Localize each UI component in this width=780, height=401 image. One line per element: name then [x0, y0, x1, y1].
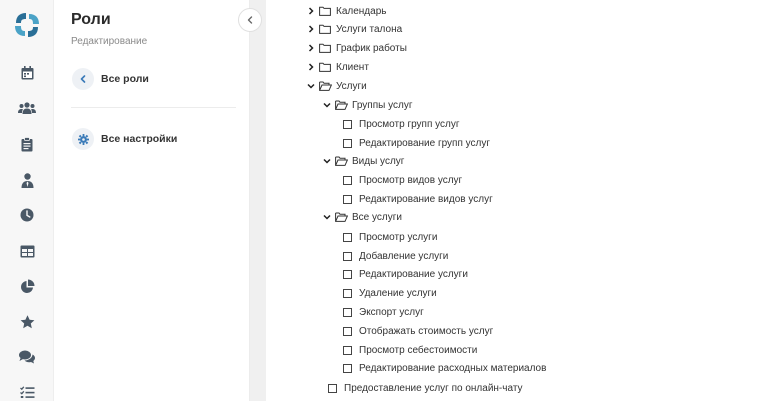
chevron-down-icon[interactable]: [322, 212, 332, 222]
permission-label: Добавление услуги: [359, 250, 449, 262]
permission-checkbox[interactable]: [343, 194, 352, 204]
chevron-down-icon[interactable]: [322, 156, 332, 166]
all-roles-label: Все роли: [101, 73, 149, 85]
star-icon[interactable]: [18, 313, 36, 331]
permission-edit-service[interactable]: Редактирование услуги: [343, 266, 468, 282]
permission-checkbox[interactable]: [343, 119, 352, 129]
permission-show-service-cost[interactable]: Отображать стоимость услуг: [343, 323, 493, 339]
chevron-down-icon[interactable]: [306, 81, 316, 91]
tree-node-label: Услуги талона: [336, 23, 403, 35]
folder-icon: [319, 43, 332, 53]
folder-icon: [319, 24, 332, 34]
permission-edit-service-groups[interactable]: Редактирование групп услуг: [343, 135, 490, 151]
permission-label: Редактирование услуги: [359, 268, 468, 280]
permissions-tree: Календарь Услуги талона График работы Кл…: [266, 0, 780, 401]
pie-chart-icon[interactable]: [18, 277, 36, 295]
tree-node-client[interactable]: Клиент: [306, 59, 369, 75]
tree-node-work-schedule[interactable]: График работы: [306, 40, 407, 56]
permission-checkbox[interactable]: [343, 138, 352, 148]
gear-icon: [72, 128, 94, 150]
table-icon[interactable]: [18, 242, 36, 260]
permission-edit-consumables[interactable]: Редактирование расходных материалов: [343, 360, 546, 376]
tree-node-service-types[interactable]: Виды услуг: [322, 153, 404, 169]
folder-open-icon: [335, 100, 348, 110]
calendar-icon[interactable]: [18, 64, 36, 82]
permission-label: Просмотр услуги: [359, 231, 438, 243]
tree-node-calendar[interactable]: Календарь: [306, 3, 386, 19]
tree-node-label: Виды услуг: [352, 155, 405, 167]
permission-export-services[interactable]: Экспорт услуг: [343, 304, 424, 320]
permission-label: Просмотр видов услуг: [359, 174, 463, 186]
permission-checkbox[interactable]: [328, 383, 337, 393]
tree-node-label: Календарь: [336, 5, 387, 17]
tree-node-ticket-services[interactable]: Услуги талона: [306, 21, 402, 37]
folder-icon: [319, 6, 332, 16]
chevron-left-icon: [247, 16, 253, 24]
tree-node-label: Группы услуг: [352, 99, 413, 111]
page-title: Роли: [71, 11, 111, 28]
comments-icon[interactable]: [18, 348, 36, 366]
folder-icon: [319, 62, 332, 72]
permission-online-chat-services[interactable]: Предоставление услуг по онлайн-чату: [328, 380, 523, 396]
permission-edit-service-types[interactable]: Редактирование видов услуг: [343, 191, 493, 207]
permission-label: Удаление услуги: [359, 287, 437, 299]
permission-label: Просмотр групп услуг: [359, 118, 460, 130]
chevron-right-icon[interactable]: [306, 43, 316, 53]
list-check-icon[interactable]: [18, 383, 36, 401]
permission-checkbox[interactable]: [343, 251, 352, 261]
clock-icon[interactable]: [18, 206, 36, 224]
collapse-panel-button[interactable]: [238, 8, 262, 32]
tree-node-label: Все услуги: [352, 211, 402, 223]
permission-checkbox[interactable]: [343, 307, 352, 317]
roles-panel: Роли Редактирование Все роли Все настрой…: [54, 0, 250, 401]
chevron-down-icon[interactable]: [322, 100, 332, 110]
all-settings-label: Все настройки: [101, 133, 178, 145]
folder-open-icon: [335, 156, 348, 166]
permission-add-service[interactable]: Добавление услуги: [343, 248, 448, 264]
permission-checkbox[interactable]: [343, 363, 352, 373]
permission-delete-service[interactable]: Удаление услуги: [343, 285, 437, 301]
permission-view-service[interactable]: Просмотр услуги: [343, 229, 437, 245]
chevron-right-icon[interactable]: [306, 24, 316, 34]
permission-label: Предоставление услуг по онлайн-чату: [344, 382, 523, 394]
permission-view-service-types[interactable]: Просмотр видов услуг: [343, 172, 462, 188]
page-subtitle: Редактирование: [71, 36, 148, 47]
folder-open-icon: [335, 212, 348, 222]
permission-label: Редактирование видов услуг: [359, 193, 493, 205]
permission-label: Редактирование расходных материалов: [359, 362, 547, 374]
permission-label: Экспорт услуг: [359, 306, 424, 318]
tree-node-label: Клиент: [336, 61, 369, 73]
app-logo: [15, 13, 39, 37]
tree-node-all-services[interactable]: Все услуги: [322, 209, 402, 225]
left-rail: [0, 0, 54, 401]
user-tie-icon[interactable]: [18, 171, 36, 189]
permission-view-prime-cost[interactable]: Просмотр себестоимости: [343, 342, 477, 358]
all-settings-link[interactable]: Все настройки: [72, 128, 177, 150]
permission-checkbox[interactable]: [343, 326, 352, 336]
permission-checkbox[interactable]: [343, 175, 352, 185]
panel-gutter: [250, 0, 266, 401]
panel-divider: [71, 107, 236, 108]
clipboard-icon[interactable]: [18, 135, 36, 153]
chevron-right-icon[interactable]: [306, 62, 316, 72]
tree-node-services[interactable]: Услуги: [306, 78, 367, 94]
permission-label: Отображать стоимость услуг: [359, 325, 494, 337]
permission-label: Просмотр себестоимости: [359, 344, 478, 356]
chevron-left-icon: [72, 68, 94, 90]
permission-label: Редактирование групп услуг: [359, 137, 491, 149]
tree-node-label: График работы: [336, 42, 407, 54]
permission-checkbox[interactable]: [343, 269, 352, 279]
tree-node-service-groups[interactable]: Группы услуг: [322, 97, 412, 113]
all-roles-link[interactable]: Все роли: [72, 68, 149, 90]
permission-checkbox[interactable]: [343, 288, 352, 298]
chevron-right-icon[interactable]: [306, 6, 316, 16]
permission-checkbox[interactable]: [343, 345, 352, 355]
tree-node-label: Услуги: [336, 80, 367, 92]
permission-view-service-groups[interactable]: Просмотр групп услуг: [343, 116, 460, 132]
folder-open-icon: [319, 81, 332, 91]
permission-checkbox[interactable]: [343, 232, 352, 242]
users-icon[interactable]: [18, 99, 36, 117]
